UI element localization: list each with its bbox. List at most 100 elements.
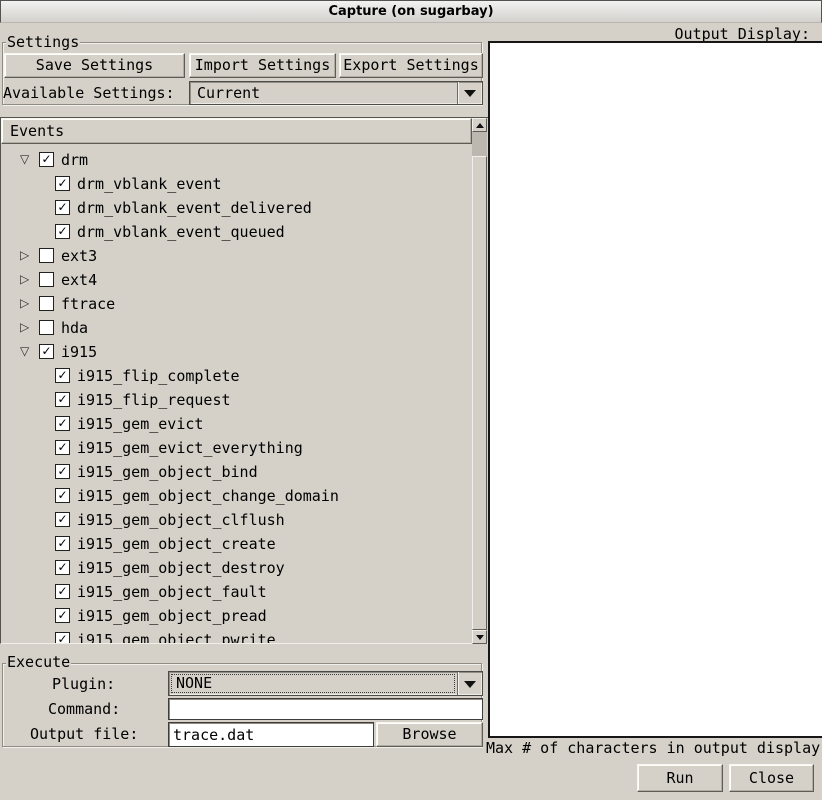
expander-closed-icon[interactable]: ▷ — [20, 248, 29, 262]
event-label: ext4 — [61, 271, 97, 289]
event-row[interactable]: ✓i915_flip_complete — [1, 364, 472, 388]
available-settings-value: Current — [197, 84, 260, 102]
event-label: hda — [61, 319, 88, 337]
event-row[interactable]: ✓ i915_gem_evict — [1, 412, 472, 436]
event-row[interactable]: ▽ ✓ drm — [1, 148, 472, 172]
expander-closed-icon[interactable]: ▷ — [20, 320, 29, 334]
event-row[interactable]: ✓ i915_gem_object_pwrite — [1, 628, 472, 643]
output-display-label: Output Display: — [675, 26, 810, 42]
command-label: Command: — [48, 701, 120, 717]
available-settings-label: Available Settings: — [3, 85, 175, 101]
expander-open-icon[interactable]: ▽ — [20, 152, 29, 166]
event-label: i915_gem_object_bind — [77, 463, 258, 481]
chevron-down-icon — [464, 90, 476, 97]
output-file-label: Output file: — [30, 726, 138, 742]
event-row[interactable]: ✓ drm_vblank_event_delivered — [1, 196, 472, 220]
event-label: drm_vblank_event_queued — [77, 223, 285, 241]
expander-open-icon[interactable]: ▽ — [20, 344, 29, 358]
event-row[interactable]: ✓ i915_gem_object_create — [1, 532, 472, 556]
expander-closed-icon[interactable]: ▷ — [20, 296, 29, 310]
event-checkbox[interactable]: ✓ — [55, 368, 70, 383]
combo-arrow-zone[interactable] — [457, 672, 482, 695]
save-settings-button[interactable]: Save Settings — [4, 53, 185, 78]
import-settings-button[interactable]: Import Settings — [189, 53, 336, 78]
event-checkbox[interactable] — [39, 248, 54, 263]
output-display-area — [488, 41, 822, 738]
event-checkbox[interactable]: ✓ — [55, 200, 70, 215]
event-row[interactable]: ✓i915_gem_object_fault — [1, 580, 472, 604]
capture-window: { "window": { "title": "Capture (on suga… — [0, 0, 822, 800]
settings-legend: Settings — [6, 35, 80, 50]
combo-arrow-zone[interactable] — [457, 82, 482, 104]
event-checkbox[interactable]: ✓ — [39, 152, 54, 167]
event-row[interactable]: ▷ ext4 — [1, 268, 472, 292]
scroll-down-button[interactable] — [472, 630, 487, 644]
event-label: i915_gem_object_create — [77, 535, 276, 553]
event-checkbox[interactable]: ✓ — [55, 416, 70, 431]
events-column-header[interactable]: Events — [1, 118, 472, 144]
event-checkbox[interactable] — [39, 272, 54, 287]
arrow-down-icon — [476, 635, 484, 640]
command-input[interactable] — [168, 698, 483, 720]
event-row[interactable]: ✓ drm_vblank_event_queued — [1, 220, 472, 244]
event-label: drm_vblank_event_delivered — [77, 199, 312, 217]
expander-closed-icon[interactable]: ▷ — [20, 272, 29, 286]
event-row[interactable]: ✓ drm_vblank_event — [1, 172, 472, 196]
window-title: Capture (on sugarbay) — [328, 4, 493, 19]
event-row[interactable]: ▷ ext3 — [1, 244, 472, 268]
event-checkbox[interactable]: ✓ — [55, 392, 70, 407]
event-checkbox[interactable]: ✓ — [55, 608, 70, 623]
arrow-up-icon — [476, 123, 484, 128]
event-row[interactable]: ✓ i915_gem_object_pread — [1, 604, 472, 628]
event-label: i915_flip_request — [77, 391, 231, 409]
event-row[interactable]: ✓ i915_flip_request — [1, 388, 472, 412]
event-row[interactable]: ▽ ✓ i915 — [1, 340, 472, 364]
event-label: ftrace — [61, 295, 115, 313]
event-checkbox[interactable]: ✓ — [55, 560, 70, 575]
event-checkbox[interactable]: ✓ — [39, 344, 54, 359]
event-checkbox[interactable]: ✓ — [55, 632, 70, 643]
event-row[interactable]: ▷ hda — [1, 316, 472, 340]
event-checkbox[interactable]: ✓ — [55, 584, 70, 599]
event-checkbox[interactable] — [39, 296, 54, 311]
event-label: drm_vblank_event — [77, 175, 222, 193]
event-row[interactable]: ✓ i915_gem_object_change_domain — [1, 484, 472, 508]
event-checkbox[interactable]: ✓ — [55, 536, 70, 551]
scroll-up-button[interactable] — [472, 118, 487, 132]
event-label: i915_gem_object_pwrite — [77, 631, 276, 643]
close-button[interactable]: Close — [729, 764, 814, 792]
max-chars-label: Max # of characters in output display — [486, 740, 820, 756]
event-checkbox[interactable]: ✓ — [55, 224, 70, 239]
event-label: i915 — [61, 343, 97, 361]
browse-button[interactable]: Browse — [376, 722, 483, 747]
event-checkbox[interactable] — [39, 320, 54, 335]
event-row[interactable]: ✓ i915_gem_object_bind — [1, 460, 472, 484]
event-label: drm — [61, 151, 88, 169]
event-label: i915_gem_object_change_domain — [77, 487, 339, 505]
event-label: i915_gem_evict — [77, 415, 203, 433]
event-row[interactable]: ✓i915_gem_object_clflush — [1, 508, 472, 532]
events-scrollbar[interactable] — [472, 118, 487, 644]
focus-indicator — [171, 674, 455, 693]
event-label: i915_gem_object_pread — [77, 607, 267, 625]
available-settings-combo[interactable]: Current — [189, 81, 483, 105]
events-tree: ▽ ✓ drm ✓ drm_vblank_event ✓ drm_vblank_event_… — [1, 144, 472, 643]
event-row[interactable]: ✓i915_gem_object_destroy — [1, 556, 472, 580]
event-checkbox[interactable]: ✓ — [55, 440, 70, 455]
event-checkbox[interactable]: ✓ — [55, 464, 70, 479]
events-panel: Events ▽ ✓ drm ✓ drm_vblank_event ✓ drm_vblank… — [0, 117, 488, 644]
export-settings-button[interactable]: Export Settings — [339, 53, 483, 78]
plugin-combo[interactable]: NONE — [168, 671, 483, 696]
run-button[interactable]: Run — [637, 764, 723, 792]
scrollbar-trough[interactable] — [472, 132, 487, 156]
event-checkbox[interactable]: ✓ — [55, 488, 70, 503]
event-checkbox[interactable]: ✓ — [55, 512, 70, 527]
event-checkbox[interactable]: ✓ — [55, 176, 70, 191]
event-row[interactable]: ✓i915_gem_evict_everything — [1, 436, 472, 460]
execute-legend: Execute — [6, 655, 71, 670]
window-titlebar[interactable]: Capture (on sugarbay) — [0, 1, 822, 23]
event-row[interactable]: ▷ ftrace — [1, 292, 472, 316]
output-file-input[interactable] — [168, 722, 374, 747]
event-label: ext3 — [61, 247, 97, 265]
scrollbar-thumb[interactable] — [472, 156, 487, 630]
